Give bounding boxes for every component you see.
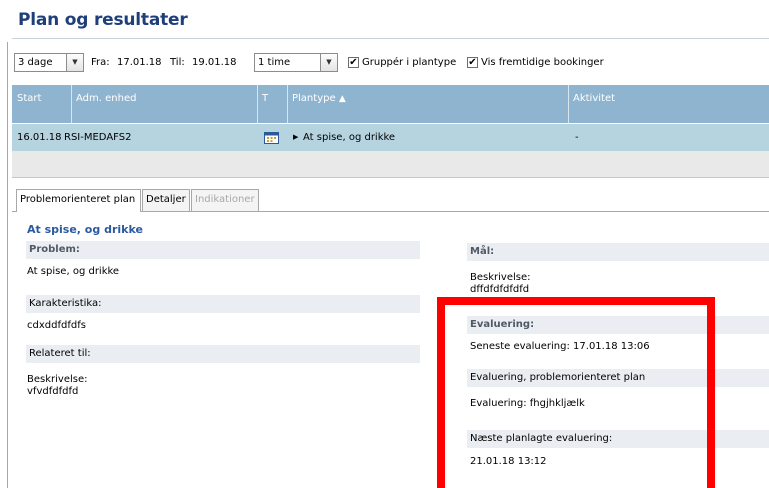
calendar-icon[interactable] — [264, 131, 279, 144]
row-plantype: At spise, og drikke — [303, 132, 396, 143]
karakteristika-label: Karakteristika: — [26, 295, 420, 313]
column-header-type[interactable]: T — [258, 85, 287, 123]
tab-indikationer[interactable]: Indikationer — [191, 189, 259, 211]
page-title: Plan og resultater — [18, 10, 188, 30]
maal-beskrivelse-value: dffdfdfdfdfd — [470, 284, 530, 295]
interval-select[interactable]: 1 time ▼ — [254, 53, 338, 72]
group-label: Gruppér i plantype — [362, 57, 457, 68]
maal-beskrivelse-label: Beskrivelse: — [470, 272, 531, 283]
group-checkbox[interactable]: ✔ — [348, 57, 359, 68]
relateret-label: Relateret til: — [26, 345, 420, 363]
interval-value: 1 time — [258, 57, 291, 68]
period-select[interactable]: 3 dage ▼ — [14, 53, 84, 72]
plantype-header-label: Plantype — [292, 93, 336, 104]
problem-value: At spise, og drikke — [27, 266, 120, 277]
grid-empty-area — [12, 151, 769, 178]
problem-label: Problem: — [26, 241, 420, 259]
title-divider — [12, 38, 769, 39]
sort-ascending-icon: ▲ — [338, 94, 346, 104]
karakteristika-value: cdxddfdfdfs — [27, 320, 86, 331]
column-header-start[interactable]: Start — [13, 85, 71, 123]
chevron-down-icon[interactable]: ▼ — [320, 54, 337, 71]
row-aktivitet: - — [575, 132, 579, 143]
chevron-down-icon[interactable]: ▼ — [66, 54, 83, 71]
expand-triangle-icon[interactable]: ▶ — [293, 124, 298, 151]
column-header-plantype[interactable]: Plantype ▲ — [288, 85, 568, 123]
future-bookings-checkbox[interactable]: ✔ — [467, 57, 478, 68]
future-bookings-label: Vis fremtidige bookinger — [481, 57, 604, 68]
from-label: Fra: — [91, 57, 110, 68]
relateret-beskrivelse-label: Beskrivelse: — [27, 374, 88, 385]
tab-detaljer[interactable]: Detaljer — [142, 189, 190, 211]
to-label: Til: — [170, 57, 185, 68]
from-date[interactable]: 17.01.18 — [117, 53, 162, 72]
row-adm-enhed: RSI-MEDAFS2 — [64, 132, 132, 143]
left-border — [7, 42, 8, 488]
relateret-beskrivelse-value: vfvdfdfdfd — [27, 386, 79, 397]
plan-heading: At spise, og drikke — [27, 223, 143, 236]
row-start: 16.01.18 — [17, 132, 62, 143]
to-date[interactable]: 19.01.18 — [192, 53, 237, 72]
period-value: 3 dage — [18, 57, 53, 68]
column-header-adm-enhed[interactable]: Adm. enhed — [72, 85, 257, 123]
column-header-aktivitet[interactable]: Aktivitet — [569, 85, 759, 123]
maal-label: Mål: — [467, 243, 769, 261]
highlight-annotation-box — [437, 297, 715, 488]
tab-problemorienteret-plan[interactable]: Problemorienteret plan — [16, 189, 141, 212]
